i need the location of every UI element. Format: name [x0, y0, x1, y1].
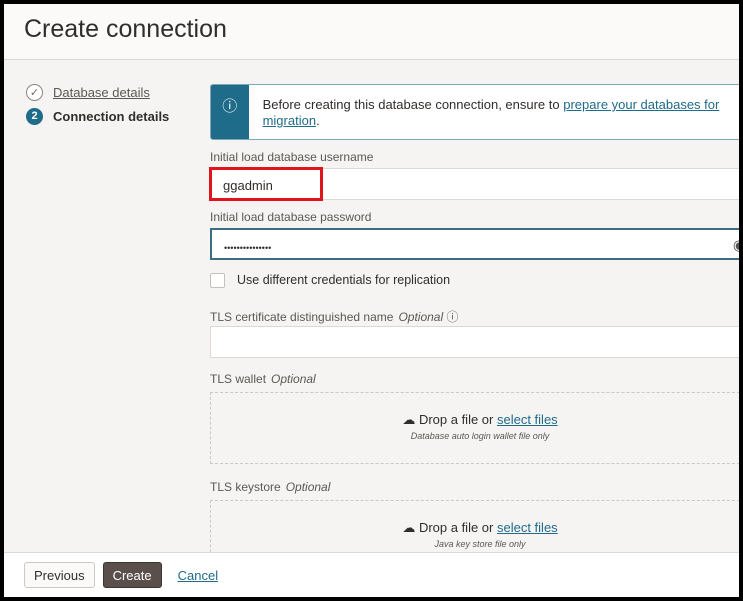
password-value: ••••••••••••••• [224, 243, 272, 253]
drop-hint: Java key store file only [434, 539, 526, 549]
username-input[interactable]: ggadmin [209, 167, 739, 201]
upload-cloud-icon: ☁ [402, 520, 416, 535]
info-banner: ⓘ Before creating this database connecti… [210, 84, 739, 140]
tls-keystore-label-text: TLS keystore [210, 480, 281, 494]
drop-text: Drop a file or [418, 520, 497, 535]
page-title: Create connection [24, 15, 227, 43]
step-number-icon: 2 [26, 107, 43, 125]
tls-dn-label: TLS certificate distinguished name Option… [210, 308, 739, 324]
tls-wallet-label-text: TLS wallet [210, 372, 267, 386]
info-icon[interactable]: ⓘ [446, 310, 458, 324]
info-suffix: . [316, 113, 320, 128]
connection-form: ⓘ Before creating this database connecti… [209, 84, 739, 572]
select-files-link[interactable]: select files [497, 412, 558, 427]
create-button[interactable]: Create [102, 562, 162, 588]
password-input[interactable]: ••••••••••••••• ◉ [210, 228, 739, 260]
checkbox[interactable] [210, 272, 225, 288]
select-files-link[interactable]: select files [497, 520, 558, 535]
upload-cloud-icon: ☁ [402, 412, 416, 427]
create-connection-panel: Create connection ✓ Database details 2 C… [4, 4, 739, 597]
tls-wallet-dropzone[interactable]: ☁ Drop a file or select files Database a… [210, 392, 739, 464]
step-database-details[interactable]: ✓ Database details [26, 80, 169, 104]
tls-dn-input[interactable] [210, 326, 739, 358]
username-label: Initial load database username [210, 150, 374, 164]
footer: Previous Create Cancel [4, 552, 739, 597]
info-text: Before creating this database connection… [262, 97, 564, 112]
checkbox-label: Use different credentials for replicatio… [237, 273, 451, 287]
optional-tag: Optional [398, 310, 444, 324]
optional-tag: Optional [285, 480, 331, 494]
previous-button[interactable]: Previous [24, 562, 95, 588]
tls-wallet-label: TLS wallet Optional [210, 372, 739, 388]
drop-text: Drop a file or [418, 412, 497, 427]
step-connection-details: 2 Connection details [26, 104, 169, 128]
drop-hint: Database auto login wallet file only [410, 431, 550, 441]
different-credentials-checkbox[interactable]: Use different credentials for replicatio… [210, 270, 739, 290]
stepper: ✓ Database details 2 Connection details [26, 80, 169, 128]
step-label: Connection details [53, 108, 170, 124]
cancel-link[interactable]: Cancel [178, 568, 218, 583]
info-icon: ⓘ [211, 85, 249, 139]
check-icon: ✓ [26, 83, 43, 101]
step-label[interactable]: Database details [53, 85, 150, 100]
password-label: Initial load database password [210, 210, 372, 224]
tls-keystore-label: TLS keystore Optional [210, 480, 739, 496]
highlight-box [209, 167, 323, 201]
header: Create connection [4, 4, 739, 60]
optional-tag: Optional [271, 372, 316, 386]
eye-icon[interactable]: ◉ [733, 236, 739, 254]
tls-dn-label-text: TLS certificate distinguished name [210, 310, 394, 324]
